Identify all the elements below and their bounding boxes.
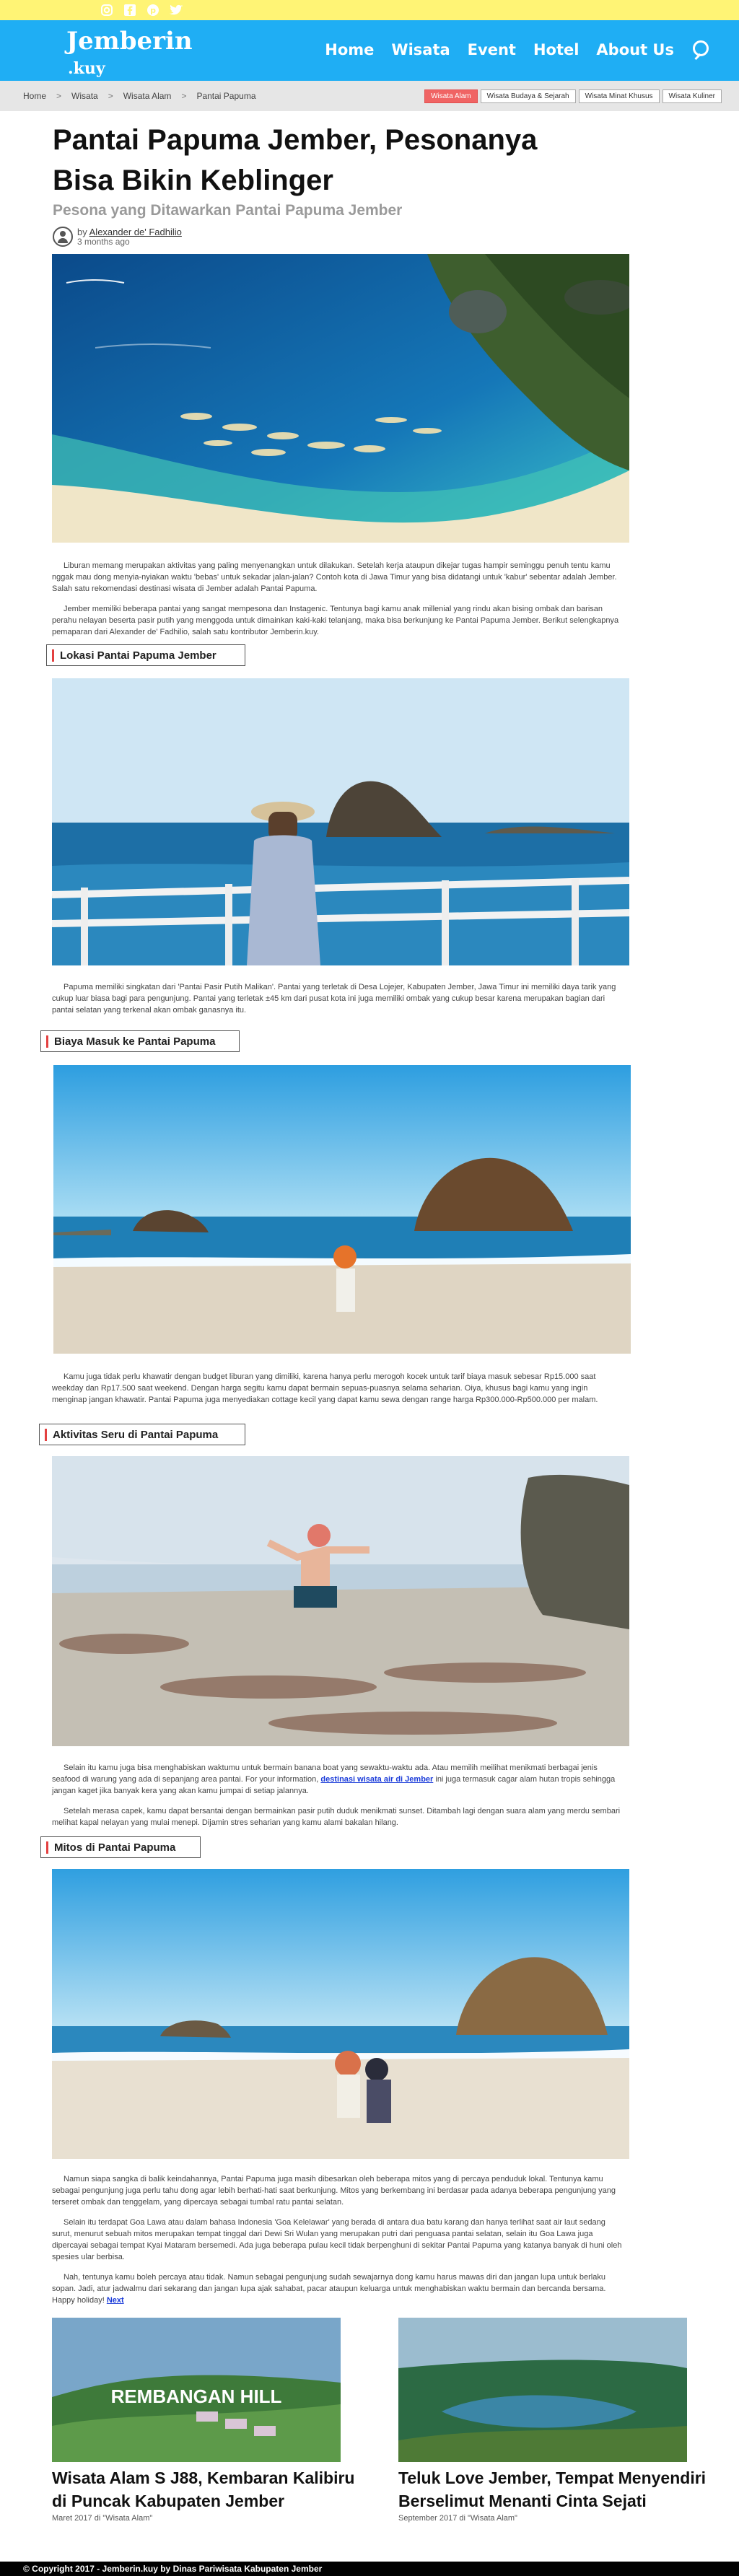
nav-item-event[interactable]: Event: [468, 41, 516, 58]
tab-wisata-kuliner[interactable]: Wisata Kuliner: [662, 89, 722, 103]
section-image-aktivitas: [52, 1456, 629, 1746]
inline-link[interactable]: destinasi wisata air di Jember: [320, 1775, 433, 1784]
paragraph: Kamu juga tidak perlu khawatir dengan bu…: [52, 1372, 598, 1404]
breadcrumb-bar: Home > Wisata > Wisata Alam > Pantai Pap…: [0, 81, 739, 111]
section-heading: Biaya Masuk ke Pantai Papuma: [40, 1030, 240, 1052]
pinterest-icon[interactable]: p: [146, 3, 160, 17]
main-nav: Home Wisata Event Hotel About Us: [307, 40, 710, 59]
paragraph-text: Nah, tentunya kamu boleh percaya atau ti…: [52, 2273, 606, 2305]
logo-title: Jemberin: [66, 27, 193, 56]
category-tabs: Wisata Alam Wisata Budaya & Sejarah Wisa…: [424, 89, 722, 103]
breadcrumb: Home > Wisata > Wisata Alam > Pantai Pap…: [23, 91, 266, 101]
related-post-1[interactable]: Wisata Alam S J88, Kembaran Kalibiru di …: [52, 2466, 370, 2523]
related-image-1[interactable]: REMBANGAN HILL: [52, 2318, 341, 2462]
section-image-biaya: [53, 1065, 631, 1354]
paragraph: Jember memiliki beberapa pantai yang san…: [52, 605, 619, 636]
author-link[interactable]: Alexander de' Fadhilio: [89, 227, 182, 237]
paragraph: Liburan memang merupakan aktivitas yang …: [52, 561, 617, 593]
section-text-mitos: Namun siapa sangka di balik keindahannya…: [52, 2173, 622, 2315]
paragraph: Selain itu kamu juga bisa menghabiskan w…: [52, 1762, 622, 1797]
related-post-meta: September 2017 di "Wisata Alam": [398, 2514, 517, 2523]
next-link[interactable]: Next: [107, 2296, 124, 2305]
chevron-right-icon: >: [56, 91, 62, 101]
breadcrumb-home[interactable]: Home: [23, 91, 46, 101]
section-heading: Aktivitas Seru di Pantai Papuma: [39, 1424, 245, 1445]
avatar: [53, 227, 73, 247]
page-title: Pantai Papuma Jember, Pesonanya Bisa Bik…: [53, 124, 538, 196]
paragraph: Papuma memiliki singkatan dari 'Pantai P…: [52, 983, 616, 1015]
related-post-2[interactable]: Teluk Love Jember, Tempat Menyendiri Ber…: [398, 2466, 723, 2523]
section-text-aktivitas: Selain itu kamu juga bisa menghabiskan w…: [52, 1762, 622, 1837]
related-post-title[interactable]: Teluk Love Jember, Tempat Menyendiri Ber…: [398, 2466, 723, 2513]
tab-wisata-alam[interactable]: Wisata Alam: [424, 89, 478, 103]
breadcrumb-wisata[interactable]: Wisata: [71, 91, 98, 101]
related-image-1-caption: REMBANGAN HILL: [111, 2386, 282, 2407]
logo-subtitle: .kuy: [68, 59, 105, 78]
breadcrumb-wisata-alam[interactable]: Wisata Alam: [123, 91, 172, 101]
tab-wisata-budaya[interactable]: Wisata Budaya & Sejarah: [480, 89, 576, 103]
social-links: p: [100, 3, 183, 17]
section-heading: Lokasi Pantai Papuma Jember: [46, 644, 245, 666]
section-image-lokasi: [52, 678, 629, 965]
related-post-title[interactable]: Wisata Alam S J88, Kembaran Kalibiru di …: [52, 2466, 370, 2513]
nav-item-about-us[interactable]: About Us: [596, 41, 674, 58]
section-heading: Mitos di Pantai Papuma: [40, 1836, 201, 1858]
tab-wisata-minat-khusus[interactable]: Wisata Minat Khusus: [578, 89, 660, 103]
paragraph: Setelah merasa capek, kamu dapat bersant…: [52, 1807, 621, 1827]
svg-text:p: p: [150, 6, 156, 15]
section-text-biaya: Kamu juga tidak perlu khawatir dengan bu…: [52, 1371, 622, 1414]
chevron-right-icon: >: [181, 91, 187, 101]
instagram-icon[interactable]: [100, 3, 114, 17]
search-icon[interactable]: [691, 40, 710, 59]
author-line: by Alexander de' Fadhilio: [77, 227, 182, 237]
section-text-lokasi: Papuma memiliki singkatan dari 'Pantai P…: [52, 981, 622, 1025]
breadcrumb-current: Pantai Papuma: [196, 91, 256, 101]
navbar: Jemberin .kuy Home Wisata Event Hotel Ab…: [0, 20, 739, 81]
section-image-mitos: [52, 1869, 629, 2159]
related-image-2[interactable]: [398, 2318, 687, 2462]
nav-item-home[interactable]: Home: [325, 41, 374, 58]
nav-item-wisata[interactable]: Wisata: [391, 41, 450, 58]
facebook-icon[interactable]: [123, 3, 137, 17]
nav-item-hotel[interactable]: Hotel: [533, 41, 579, 58]
post-time: 3 months ago: [77, 237, 130, 247]
twitter-icon[interactable]: [169, 3, 183, 17]
paragraph: Namun siapa sangka di balik keindahannya…: [52, 2175, 616, 2207]
paragraph: Selain itu terdapat Goa Lawa atau dalam …: [52, 2218, 622, 2261]
chevron-right-icon: >: [108, 91, 113, 101]
top-strip: p: [0, 0, 739, 20]
related-post-meta: Maret 2017 di "Wisata Alam": [52, 2514, 153, 2523]
hero-image: [52, 254, 629, 543]
site-logo[interactable]: Jemberin .kuy: [66, 27, 193, 78]
paragraph: Nah, tentunya kamu boleh percaya atau ti…: [52, 2271, 622, 2306]
footer: © Copyright 2017 - Jemberin.kuy by Dinas…: [0, 2562, 739, 2576]
article-subtitle: Pesona yang Ditawarkan Pantai Papuma Jem…: [53, 202, 403, 219]
author-prefix: by: [77, 227, 87, 237]
intro-text: Liburan memang merupakan aktivitas yang …: [52, 560, 622, 647]
